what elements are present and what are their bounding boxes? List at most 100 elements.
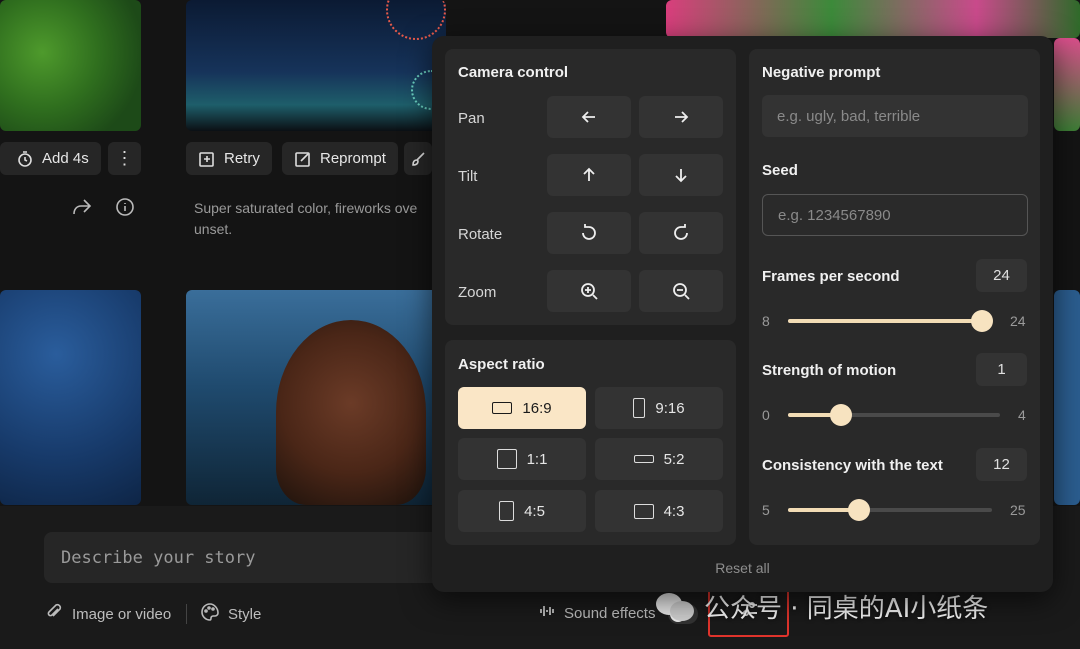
arrow-up-icon: [583, 167, 595, 181]
story-input[interactable]: Describe your story: [44, 532, 444, 583]
zoom-in-icon: [581, 283, 598, 300]
consistency-value[interactable]: 12: [976, 448, 1027, 481]
negative-prompt-input[interactable]: e.g. ugly, bad, terrible: [762, 95, 1028, 137]
consistency-title: Consistency with the text: [762, 457, 943, 474]
motion-title: Strength of motion: [762, 362, 897, 379]
camera-control-title: Camera control: [458, 64, 569, 81]
advanced-settings-panel: Camera control Pan Tilt Rotate Zoom Aspe…: [432, 36, 1053, 592]
image-or-video-label: Image or video: [72, 605, 172, 623]
aspect-4-5-button[interactable]: 4:5: [458, 490, 586, 532]
seed-input[interactable]: e.g. 1234567890: [762, 194, 1028, 236]
brush-button[interactable]: [404, 142, 432, 175]
waveform-icon: [538, 602, 556, 624]
fps-max: 24: [1010, 313, 1026, 329]
video-caption: Super saturated color, fireworks ove uns…: [194, 200, 418, 237]
more-options-button[interactable]: ⋮: [108, 142, 141, 175]
tilt-down-button[interactable]: [639, 154, 723, 196]
image-or-video-button[interactable]: Image or video: [44, 602, 171, 626]
consistency-max: 25: [1010, 502, 1026, 518]
video-thumbnail[interactable]: [0, 0, 141, 131]
character-figure: [276, 320, 426, 505]
share-icon[interactable]: [71, 196, 93, 218]
wide-rect-icon: [633, 455, 654, 463]
motion-value[interactable]: 1: [976, 353, 1027, 386]
firework-shape: [386, 0, 446, 40]
zoom-label: Zoom: [458, 284, 497, 301]
video-thumbnail[interactable]: [0, 290, 141, 505]
reprompt-button[interactable]: Reprompt: [282, 142, 398, 175]
tilt-label: Tilt: [458, 168, 478, 185]
arrow-left-icon: [581, 111, 595, 123]
zoom-out-icon: [673, 283, 690, 300]
aspect-9-16-label: 9:16: [655, 399, 685, 417]
pan-right-button[interactable]: [639, 96, 723, 138]
sound-effects-control: Sound effects: [538, 602, 655, 624]
reset-all-button[interactable]: Reset all: [432, 560, 1053, 576]
divider: [186, 604, 187, 624]
brush-icon: [410, 150, 426, 168]
pan-label: Pan: [458, 110, 485, 127]
tilt-up-button[interactable]: [547, 154, 631, 196]
portrait-rect-icon: [633, 398, 646, 418]
style-label: Style: [228, 605, 262, 623]
sound-effects-label: Sound effects: [564, 604, 656, 622]
camera-control-card: Camera control Pan Tilt Rotate Zoom: [445, 49, 736, 325]
zoom-in-button[interactable]: [547, 270, 631, 312]
rotate-ccw-icon: [582, 224, 596, 240]
video-thumbnail[interactable]: [1054, 38, 1080, 131]
motion-slider[interactable]: [788, 404, 1000, 426]
consistency-min: 5: [762, 502, 770, 518]
video-thumbnail[interactable]: [186, 0, 446, 131]
fps-slider[interactable]: [788, 310, 993, 332]
retry-button[interactable]: Retry: [186, 142, 272, 175]
fps-min: 8: [762, 313, 770, 329]
rotate-cw-icon: [674, 224, 688, 240]
motion-min: 0: [762, 407, 770, 423]
retry-icon: [198, 150, 216, 168]
aspect-1-1-button[interactable]: 1:1: [458, 438, 586, 480]
aspect-ratio-title: Aspect ratio: [458, 356, 545, 373]
style-button[interactable]: Style: [200, 602, 261, 626]
palette-icon: [200, 602, 220, 626]
negative-prompt-title: Negative prompt: [762, 64, 881, 81]
reprompt-label: Reprompt: [320, 150, 386, 167]
video-thumbnail[interactable]: [1054, 290, 1080, 505]
motion-max: 4: [1018, 407, 1026, 423]
aspect-16-9-button[interactable]: 16:9: [458, 387, 586, 429]
video-thumbnail[interactable]: [666, 0, 1080, 38]
aspect-ratio-card: Aspect ratio 16:9 9:16 1:1 5:2 4:5 4:3: [445, 340, 736, 545]
slider-handle[interactable]: [830, 404, 852, 426]
landscape-rect-icon: [633, 503, 654, 519]
slider-handle[interactable]: [971, 310, 993, 332]
aspect-1-1-label: 1:1: [526, 450, 548, 468]
aspect-9-16-button[interactable]: 9:16: [595, 387, 723, 429]
consistency-slider[interactable]: [788, 499, 992, 521]
landscape-rect-icon: [492, 402, 513, 414]
paperclip-icon: [44, 602, 64, 626]
fps-title: Frames per second: [762, 268, 900, 285]
aspect-5-2-button[interactable]: 5:2: [595, 438, 723, 480]
fps-value[interactable]: 24: [976, 259, 1027, 292]
retry-label: Retry: [224, 150, 260, 167]
edit-icon: [294, 150, 312, 168]
rotate-label: Rotate: [458, 226, 503, 243]
aspect-16-9-label: 16:9: [522, 399, 552, 417]
tall-rect-icon: [499, 501, 515, 521]
aspect-4-5-label: 4:5: [524, 502, 545, 520]
zoom-out-button[interactable]: [639, 270, 723, 312]
pan-left-button[interactable]: [547, 96, 631, 138]
seed-title: Seed: [762, 162, 798, 179]
video-thumbnail[interactable]: [186, 290, 446, 505]
add-4s-button[interactable]: Add 4s: [0, 142, 101, 175]
aspect-4-3-button[interactable]: 4:3: [595, 490, 723, 532]
info-icon[interactable]: [114, 196, 136, 218]
rotate-ccw-button[interactable]: [547, 212, 631, 254]
wechat-icon: [656, 591, 696, 623]
add-4s-label: Add 4s: [42, 150, 89, 167]
watermark: 公众号 · 同桌的AI小纸条: [656, 588, 988, 625]
arrow-down-icon: [675, 169, 687, 183]
square-icon: [496, 449, 517, 469]
rotate-cw-button[interactable]: [639, 212, 723, 254]
aspect-5-2-label: 5:2: [663, 450, 685, 468]
timer-plus-icon: [16, 150, 34, 168]
